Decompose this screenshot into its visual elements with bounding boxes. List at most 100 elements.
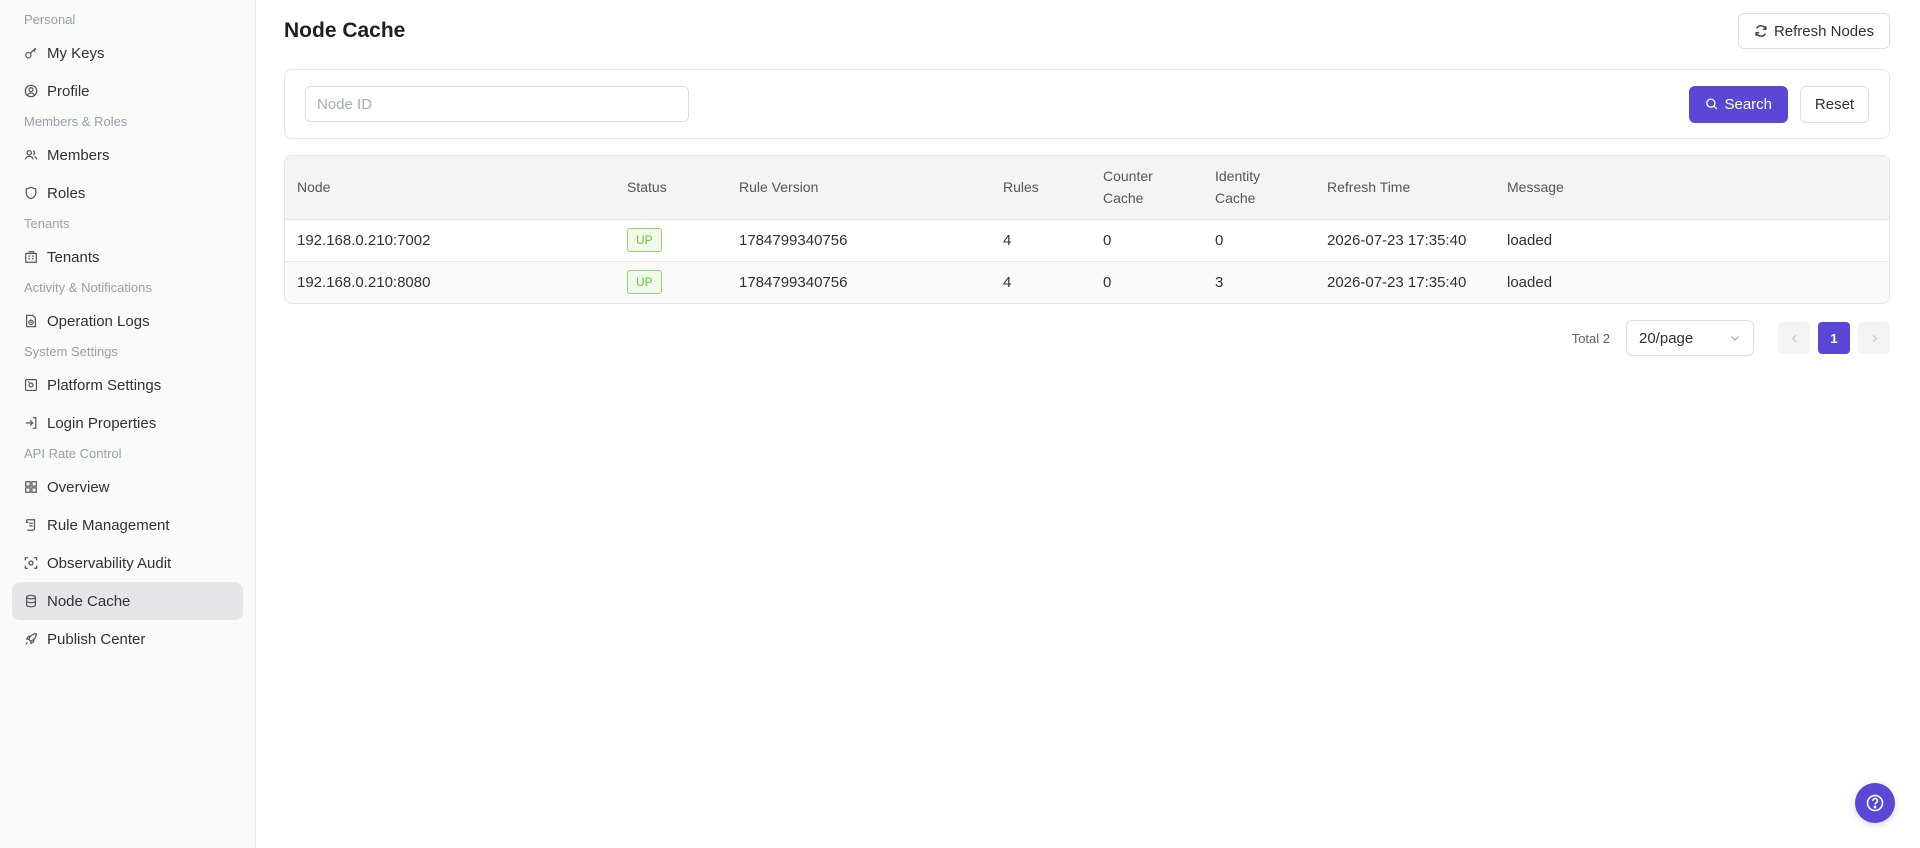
sidebar-item-rule-management[interactable]: Rule Management [12,506,243,544]
sidebar-item-label: Roles [47,184,86,202]
sidebar-item-label: Login Properties [47,414,157,432]
column-header-node: Node [297,179,331,196]
refresh-nodes-label: Refresh Nodes [1773,22,1874,40]
cell-refresh-time: 2026-07-23 17:35:40 [1327,273,1467,291]
counter-cache-line1: Counter [1103,168,1153,185]
sidebar-item-roles[interactable]: Roles [12,174,243,212]
search-actions: Search Reset [1689,85,1869,123]
eye-scan-icon [24,556,38,570]
user-circle-icon [24,84,38,98]
sidebar-item-tenants[interactable]: Tenants [12,238,243,276]
pagination: Total 2 20/page 1 [284,320,1890,356]
page-title: Node Cache [284,19,406,42]
sidebar-item-profile[interactable]: Profile [12,72,243,110]
column-header-rules: Rules [1003,179,1039,196]
nav-group-api-rate-control: API Rate Control [24,446,122,461]
cell-counter-cache: 0 [1103,231,1112,249]
status-badge: UP [627,270,662,295]
app-root: Personal My Keys Profile Members & Roles… [0,0,1920,848]
sidebar-item-observability-audit[interactable]: Observability Audit [12,544,243,582]
help-button[interactable] [1855,783,1895,823]
cell-message: loaded [1507,231,1553,249]
sidebar-item-label: Tenants [47,248,100,266]
cell-node: 192.168.0.210:7002 [297,231,431,249]
node-id-input[interactable] [305,86,689,122]
refresh-nodes-button[interactable]: Refresh Nodes [1737,13,1890,49]
cell-status: UP [615,261,727,303]
chevron-down-icon [1731,336,1739,341]
column-header-refresh-time: Refresh Time [1327,179,1411,196]
counter-cache-line2: Cache [1103,190,1144,207]
sidebar-item-my-keys[interactable]: My Keys [12,34,243,72]
cell-message: loaded [1507,273,1553,291]
sidebar-item-publish-center[interactable]: Publish Center [12,620,243,658]
page-number-button[interactable]: 1 [1818,322,1850,354]
nav-group-members-roles: Members & Roles [24,114,128,129]
key-icon [24,46,38,60]
search-icon [1706,98,1718,110]
scroll-icon [24,518,38,532]
sidebar-item-label: Operation Logs [47,312,150,330]
sidebar-item-platform-settings[interactable]: Platform Settings [12,366,243,404]
cell-rules: 4 [1003,273,1012,291]
login-icon [24,416,38,430]
next-page-button[interactable] [1858,322,1890,354]
page-size-value: 20/page [1639,329,1694,347]
search-button[interactable]: Search [1689,85,1788,123]
sidebar-item-label: My Keys [47,44,105,62]
building-icon [24,250,38,264]
grid-icon [24,480,38,494]
settings-icon [24,378,38,392]
nav-group-tenants: Tenants [24,216,70,231]
sidebar-item-members[interactable]: Members [12,136,243,174]
cell-rule-version: 1784799340756 [739,231,848,249]
cell-rule-version: 1784799340756 [739,273,848,291]
main-content: Node Cache Refresh Nodes Search Reset [256,0,1920,848]
column-header-message: Message [1507,179,1564,196]
identity-cache-line2: Cache [1215,190,1256,207]
column-header-rule-version: Rule Version [739,179,819,196]
help-icon [1866,794,1884,812]
nav-group-system-settings: System Settings [24,344,118,359]
sidebar-item-label: Rule Management [47,516,170,534]
table-header-row: Node Status Rule Version Rules Counter Ca… [285,156,1889,219]
column-header-counter-cache: Counter Cache [1091,156,1203,219]
sidebar-item-label: Profile [47,82,90,100]
sidebar: Personal My Keys Profile Members & Roles… [0,0,256,848]
sidebar-item-label: Platform Settings [47,376,162,394]
refresh-icon [1755,25,1767,37]
cell-identity-cache: 3 [1215,273,1224,291]
pagination-total: Total 2 [1571,330,1610,346]
node-table: Node Status Rule Version Rules Counter Ca… [284,155,1890,304]
sidebar-item-label: Members [47,146,110,164]
column-header-status: Status [627,179,667,196]
shield-icon [24,186,38,200]
sidebar-item-login-properties[interactable]: Login Properties [12,404,243,442]
sidebar-item-operation-logs[interactable]: Operation Logs [12,302,243,340]
users-icon [24,148,38,162]
sidebar-item-label: Observability Audit [47,554,172,572]
identity-cache-line1: Identity [1215,168,1261,185]
rocket-icon [24,632,38,646]
nav-group-activity: Activity & Notifications [24,280,152,295]
log-icon [24,314,38,328]
sidebar-item-label: Overview [47,478,110,496]
chevron-left-icon [1791,334,1796,342]
status-badge: UP [627,228,662,252]
search-button-label: Search [1724,95,1772,113]
sidebar-item-label: Publish Center [47,630,146,648]
cell-counter-cache: 0 [1103,273,1112,291]
reset-button[interactable]: Reset [1800,85,1869,123]
sidebar-item-overview[interactable]: Overview [12,468,243,506]
table-row: 192.168.0.210:8080 UP 1784799340756 4 0 … [285,261,1889,303]
cell-status: UP [615,219,727,261]
page-size-select[interactable]: 20/page [1626,320,1754,356]
nav-group-personal: Personal [24,12,76,27]
page-header: Node Cache Refresh Nodes [284,0,1890,62]
search-panel: Search Reset [284,69,1890,139]
database-icon [24,594,38,608]
prev-page-button[interactable] [1778,322,1810,354]
chevron-right-icon [1872,334,1877,342]
sidebar-item-node-cache[interactable]: Node Cache [12,582,243,620]
cell-identity-cache: 0 [1215,231,1224,249]
